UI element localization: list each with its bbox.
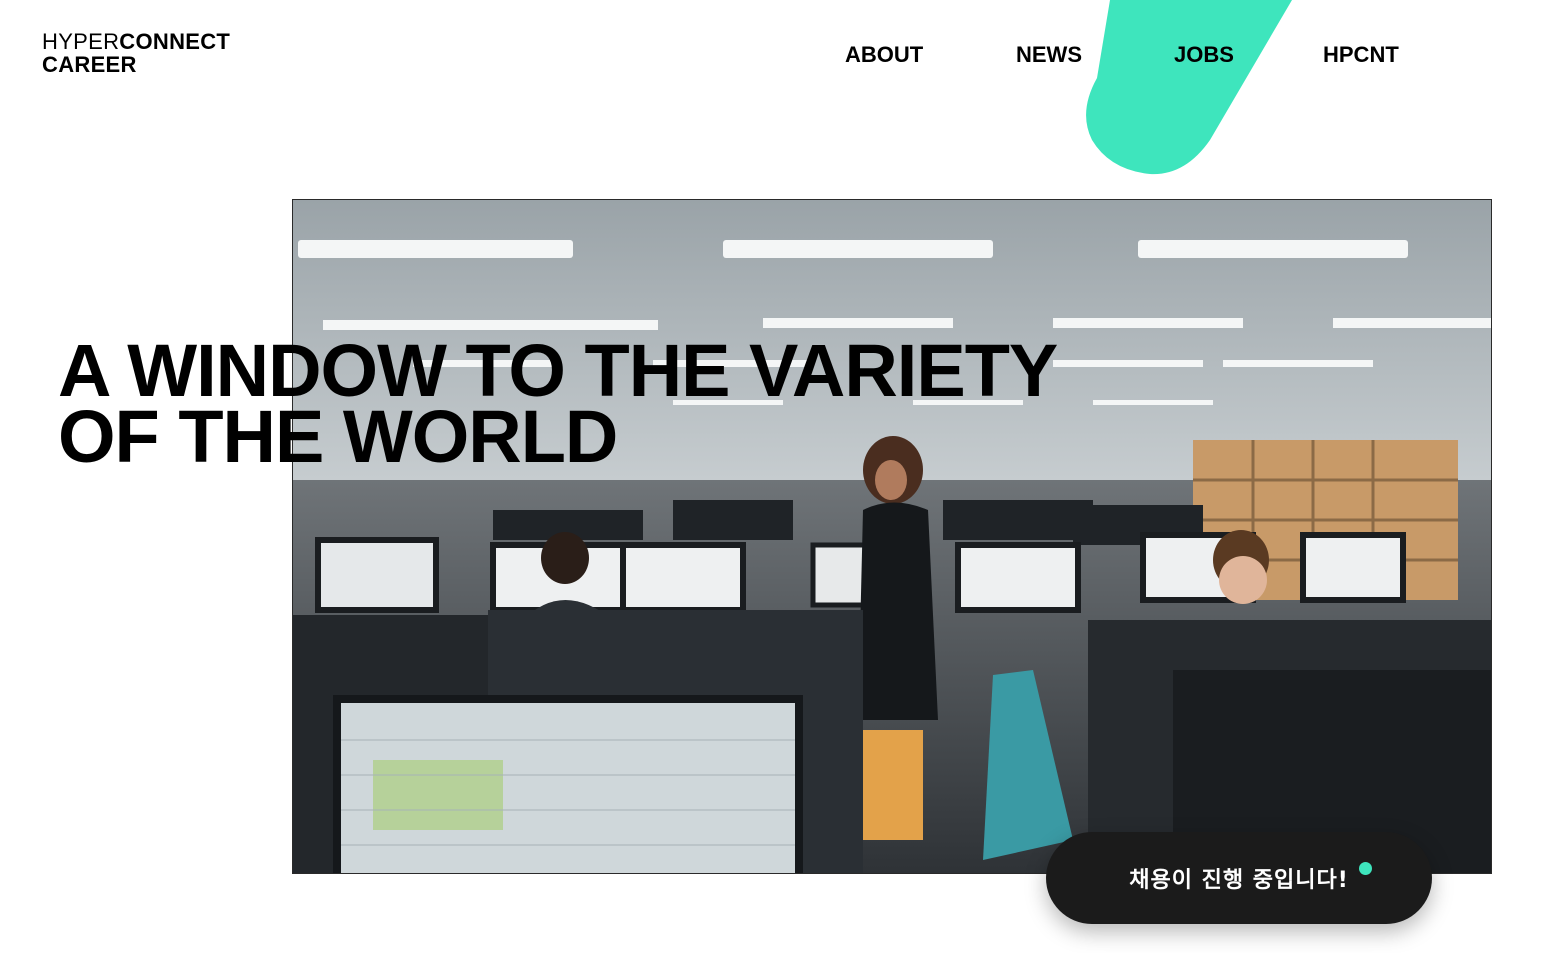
hero-headline: A WINDOW TO THE VARIETY OF THE WORLD <box>58 334 1058 478</box>
hiring-in-progress-button[interactable]: 채용이 진행 중입니다! <box>1046 832 1432 924</box>
nav-item-about[interactable]: ABOUT <box>845 42 923 68</box>
nav-item-jobs[interactable]: JOBS <box>1174 42 1234 68</box>
hero-office-photo <box>292 199 1492 874</box>
office-illustration <box>293 200 1491 873</box>
hero-headline-line-2: OF THE WORLD <box>58 395 618 478</box>
active-nav-accent-shape <box>1086 0 1292 175</box>
hiring-button-label: 채용이 진행 중입니다! <box>1129 868 1349 893</box>
nav-item-hpcnt[interactable]: HPCNT <box>1323 42 1399 68</box>
main-navigation: ABOUT NEWS JOBS HPCNT <box>0 42 1547 72</box>
status-dot-icon <box>1359 862 1372 875</box>
nav-item-news[interactable]: NEWS <box>1016 42 1082 68</box>
